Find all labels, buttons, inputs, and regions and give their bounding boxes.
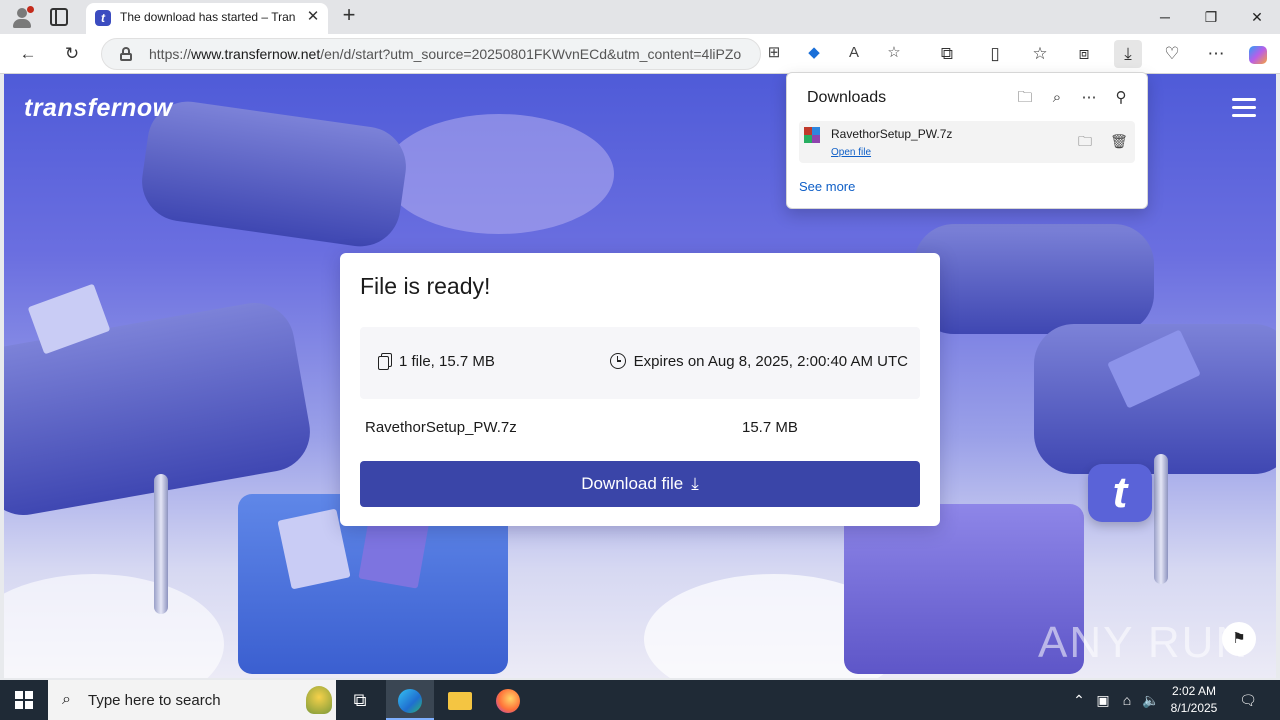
new-tab-button[interactable]: + xyxy=(338,4,360,27)
search-downloads-icon[interactable]: ⌕ xyxy=(1044,85,1070,111)
illustration-tray xyxy=(136,96,412,252)
archive-file-icon xyxy=(804,127,820,143)
illustration-pole xyxy=(154,474,168,614)
illustration-pole xyxy=(1154,454,1168,584)
background-cloud xyxy=(384,114,614,234)
favorites-icon[interactable]: ☆ xyxy=(1026,40,1054,68)
open-downloads-folder-icon[interactable]: 🗀 xyxy=(1012,85,1038,111)
address-bar[interactable]: https://www.transfernow.net/en/d/start?u… xyxy=(101,38,761,70)
url-text[interactable]: https://www.transfernow.net/en/d/start?u… xyxy=(149,46,749,62)
search-placeholder: Type here to search xyxy=(88,692,221,709)
more-options-icon[interactable]: ⋯ xyxy=(1076,85,1102,111)
app-available-icon[interactable]: ⊞ xyxy=(762,41,786,65)
browser-essentials-icon[interactable]: ♡ xyxy=(1158,40,1186,68)
task-view-icon[interactable]: ⧉ xyxy=(336,680,384,720)
lock-icon[interactable] xyxy=(120,47,132,61)
transfer-info-panel: 1 file, 15.7 MB Expires on Aug 8, 2025, … xyxy=(360,327,920,399)
open-file-link[interactable]: Open file xyxy=(831,147,871,158)
see-more-link[interactable]: See more xyxy=(799,179,855,194)
files-icon xyxy=(378,353,392,370)
card-title: File is ready! xyxy=(360,273,491,299)
windows-taskbar: ⌕ Type here to search ⧉ ⌃ ▣ ⌂ 🔈 2:02 AM … xyxy=(0,680,1280,720)
hamburger-menu-icon[interactable] xyxy=(1232,98,1256,118)
file-size: 15.7 MB xyxy=(742,419,798,436)
pin-icon[interactable]: ⚲ xyxy=(1108,85,1134,111)
illustration-tray xyxy=(914,224,1154,334)
extensions-icon[interactable]: ⧉ xyxy=(933,40,961,68)
back-arrow-icon[interactable]: ← xyxy=(14,40,42,68)
download-item-name: RavethorSetup_PW.7z xyxy=(831,127,953,141)
network-icon[interactable]: ⌂ xyxy=(1116,680,1138,720)
copilot-icon[interactable] xyxy=(1244,40,1272,68)
show-in-folder-icon[interactable]: 🗀 xyxy=(1073,129,1097,153)
profile-avatar-icon[interactable] xyxy=(10,6,34,28)
close-window-icon[interactable]: ✕ xyxy=(1234,0,1280,34)
search-icon: ⌕ xyxy=(62,691,71,708)
file-ready-card: File is ready! 1 file, 15.7 MB Expires o… xyxy=(340,253,940,526)
restore-icon[interactable]: ❐ xyxy=(1188,0,1234,34)
transfernow-badge-icon: t xyxy=(1088,464,1152,522)
minimize-icon[interactable]: ─ xyxy=(1142,0,1188,34)
clock-date: 8/1/2025 xyxy=(1170,701,1218,715)
transfernow-favicon-icon: t xyxy=(95,10,111,26)
browser-toolbar: ← ↻ https://www.transfernow.net/en/d/sta… xyxy=(0,34,1280,74)
browser-title-bar: t The download has started – TransferNow… xyxy=(0,0,1280,34)
read-aloud-icon[interactable]: A xyxy=(842,41,866,65)
split-screen-icon[interactable]: ▯ xyxy=(981,40,1009,68)
tab-close-icon[interactable]: ✕ xyxy=(304,8,322,26)
taskbar-clock[interactable]: 2:02 AM 8/1/2025 xyxy=(1160,683,1228,717)
volume-icon[interactable]: 🔈 xyxy=(1140,680,1162,720)
file-summary: 1 file, 15.7 MB xyxy=(378,353,495,370)
search-highlight-icon xyxy=(306,686,332,714)
notifications-icon[interactable]: 🗨 xyxy=(1234,680,1262,720)
tab-active[interactable]: t The download has started – TransferNow… xyxy=(86,3,328,34)
edge-taskbar-icon[interactable] xyxy=(386,680,434,720)
show-hidden-icons-icon[interactable]: ⌃ xyxy=(1068,680,1090,720)
file-name: RavethorSetup_PW.7z xyxy=(365,419,517,436)
expiry-info: Expires on Aug 8, 2025, 2:00:40 AM UTC xyxy=(609,353,908,370)
refresh-icon[interactable]: ↻ xyxy=(58,40,86,68)
windows-start-icon[interactable] xyxy=(0,680,48,720)
firefox-icon[interactable] xyxy=(484,680,532,720)
download-file-button[interactable]: Download file ⤓ xyxy=(360,461,920,507)
delete-trash-icon[interactable]: 🗑 xyxy=(1107,129,1131,153)
more-menu-icon[interactable]: ⋯ xyxy=(1202,40,1230,68)
favorite-star-icon[interactable]: ☆ xyxy=(882,41,906,65)
download-item[interactable]: RavethorSetup_PW.7z Open file 🗀 🗑 xyxy=(799,121,1135,163)
taskbar-search-box[interactable]: ⌕ Type here to search xyxy=(48,680,336,720)
download-arrow-icon: ⤓ xyxy=(691,474,699,493)
anyrun-watermark: ANY RUN xyxy=(1038,618,1250,667)
transfernow-logo[interactable]: transfernow xyxy=(24,94,173,123)
device-icon[interactable]: ▣ xyxy=(1092,680,1114,720)
downloads-icon[interactable]: ⤓ xyxy=(1114,40,1142,68)
background-cloud xyxy=(4,574,224,678)
downloads-panel: Downloads 🗀 ⌕ ⋯ ⚲ RavethorSetup_PW.7z Op… xyxy=(786,72,1148,209)
timer-icon xyxy=(609,353,626,369)
report-flag-icon[interactable]: ⚑ xyxy=(1222,622,1256,656)
tab-actions-icon[interactable] xyxy=(50,8,68,26)
collections-icon[interactable]: ⧈ xyxy=(1070,40,1098,68)
file-explorer-icon[interactable] xyxy=(436,680,484,720)
clock-time: 2:02 AM xyxy=(1171,684,1217,698)
tab-title: The download has started – TransferNow xyxy=(120,10,296,24)
shopping-tag-icon[interactable]: ◆ xyxy=(802,41,826,65)
downloads-panel-title: Downloads xyxy=(807,89,887,106)
